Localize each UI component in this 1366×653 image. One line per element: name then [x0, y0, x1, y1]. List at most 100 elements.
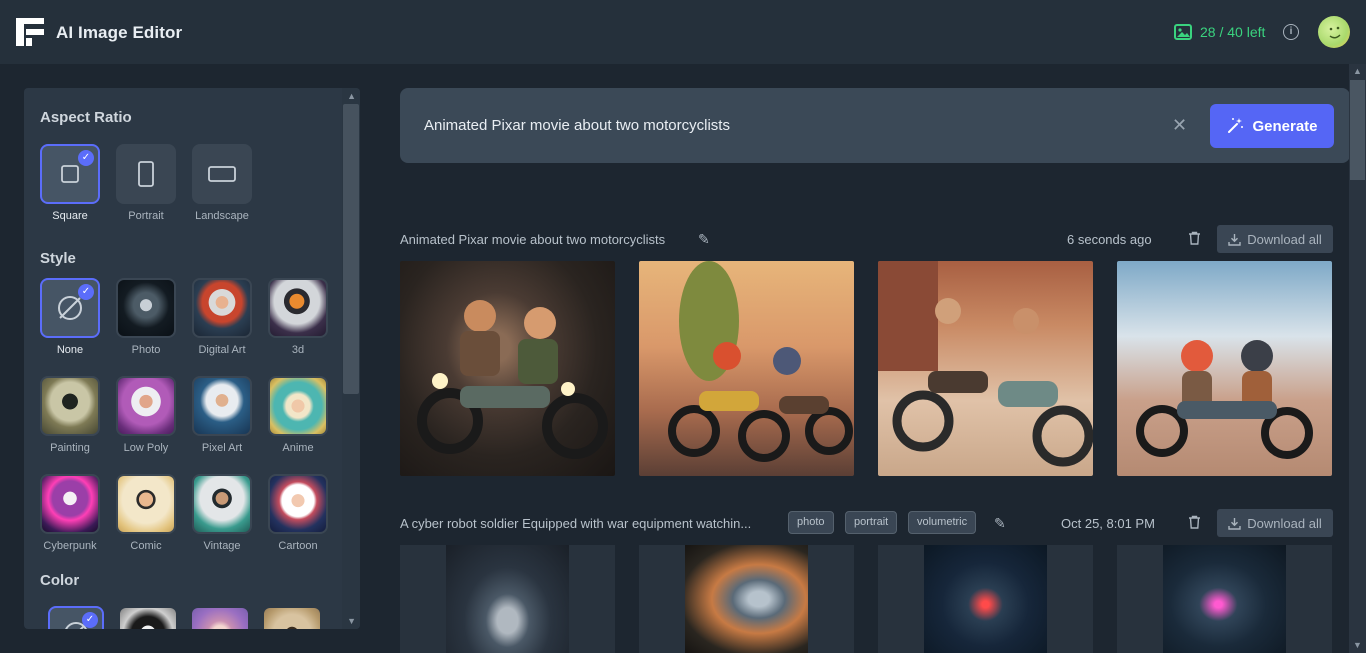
info-icon[interactable]: i: [1283, 24, 1299, 40]
style-option-anime[interactable]: Anime: [268, 376, 328, 454]
generated-images-row: [400, 545, 1332, 653]
scroll-up-icon[interactable]: ▲: [1353, 66, 1362, 76]
style-label: Pixel Art: [201, 442, 243, 454]
avatar[interactable]: [1318, 16, 1350, 48]
style-label: Vintage: [203, 540, 241, 552]
landscape-icon: [208, 166, 236, 182]
motorcycle-scene: [417, 300, 608, 459]
aspect-label: Landscape: [195, 210, 249, 222]
color-thumbnail: [264, 608, 320, 629]
download-label: Download all: [1247, 231, 1322, 247]
style-option-cyberpunk[interactable]: Cyberpunk: [40, 474, 100, 552]
style-label: Comic: [130, 540, 162, 552]
download-icon: [1228, 517, 1241, 530]
aspect-option-portrait[interactable]: Portrait: [116, 144, 176, 222]
group-time: Oct 25, 8:01 PM: [1061, 516, 1155, 531]
style-option-3d[interactable]: 3d: [268, 278, 328, 356]
close-icon[interactable]: ✕: [1172, 115, 1187, 136]
style-option-digital-art[interactable]: Digital Art: [192, 278, 252, 356]
style-option-photo[interactable]: Photo: [116, 278, 176, 356]
generated-image[interactable]: [1117, 261, 1332, 476]
trash-icon[interactable]: [1188, 231, 1201, 248]
prompt-input[interactable]: Animated Pixar movie about two motorcycl…: [424, 117, 730, 134]
color-thumbnail: [192, 608, 248, 629]
scroll-down-icon[interactable]: ▼: [347, 616, 356, 626]
avatar-face-icon: [1329, 26, 1341, 39]
style-thumbnail: [42, 476, 98, 532]
check-icon: ✓: [78, 284, 94, 300]
scroll-down-icon[interactable]: ▼: [1353, 640, 1362, 650]
scroll-up-icon[interactable]: ▲: [347, 91, 356, 101]
style-thumbnail: [270, 280, 326, 336]
style-thumbnail: [118, 280, 174, 336]
check-icon: ✓: [82, 612, 98, 628]
style-option-vintage[interactable]: Vintage: [192, 474, 252, 552]
main-scroll-thumb[interactable]: [1350, 80, 1365, 180]
style-label: Cartoon: [278, 540, 318, 552]
style-label: Photo: [131, 344, 161, 356]
aspect-option-landscape[interactable]: Landscape: [192, 144, 252, 222]
generated-image[interactable]: [878, 261, 1093, 476]
generated-image[interactable]: [400, 261, 615, 476]
motorcycle-scene: [668, 261, 853, 462]
style-label: Anime: [282, 442, 314, 454]
style-option-none[interactable]: ✓ None: [40, 278, 100, 356]
aspect-ratio-title: Aspect Ratio: [40, 109, 132, 126]
style-label: Digital Art: [198, 344, 246, 356]
generate-button[interactable]: Generate: [1210, 104, 1334, 148]
app-title: AI Image Editor: [56, 23, 183, 42]
color-option-3[interactable]: [192, 608, 252, 629]
style-option-cartoon[interactable]: Cartoon: [268, 474, 328, 552]
generated-image[interactable]: [639, 545, 854, 653]
motorcycle-scene: [1136, 340, 1313, 459]
download-all-button[interactable]: Download all: [1217, 509, 1333, 537]
style-option-comic[interactable]: Comic: [116, 474, 176, 552]
generate-label: Generate: [1252, 117, 1318, 135]
check-icon: ✓: [78, 150, 94, 166]
color-thumbnail: [120, 608, 176, 629]
style-label: Painting: [50, 442, 90, 454]
style-thumbnail: [194, 476, 250, 532]
aspect-option-square[interactable]: ✓ Square: [40, 144, 100, 222]
trash-icon[interactable]: [1188, 515, 1201, 532]
generation-group-header: A cyber robot soldier Equipped with war …: [400, 509, 1333, 537]
group-prompt: Animated Pixar movie about two motorcycl…: [400, 232, 666, 247]
generated-image[interactable]: [878, 545, 1093, 653]
color-option-2[interactable]: [120, 608, 180, 629]
robot-image: [924, 545, 1047, 653]
style-option-pixel-art[interactable]: Pixel Art: [192, 376, 252, 454]
download-icon: [1228, 233, 1241, 246]
robot-image: [685, 545, 808, 653]
generated-image[interactable]: [400, 545, 615, 653]
download-all-button[interactable]: Download all: [1217, 225, 1333, 253]
group-prompt: A cyber robot soldier Equipped with war …: [400, 516, 752, 531]
tag-badge: portrait: [845, 511, 898, 534]
style-thumbnail: [118, 378, 174, 434]
tag-badge: photo: [788, 511, 834, 534]
style-label: Low Poly: [123, 442, 169, 454]
generation-group-header: Animated Pixar movie about two motorcycl…: [400, 225, 1333, 253]
style-label: None: [56, 344, 84, 356]
style-thumbnail: [118, 476, 174, 532]
credits-counter: 28 / 40 left: [1174, 24, 1265, 40]
color-option-4[interactable]: [264, 608, 324, 629]
style-option-painting[interactable]: Painting: [40, 376, 100, 454]
motorcycle-scene: [878, 261, 1093, 467]
pencil-icon[interactable]: ✎: [994, 515, 1006, 532]
group-time: 6 seconds ago: [1067, 232, 1152, 247]
square-icon: [61, 165, 79, 183]
style-title: Style: [40, 250, 76, 267]
settings-sidebar: Aspect Ratio ✓ Square Portrait Landscape…: [24, 88, 360, 629]
style-option-low-poly[interactable]: Low Poly: [116, 376, 176, 454]
style-thumbnail: [270, 378, 326, 434]
aspect-label: Portrait: [128, 210, 164, 222]
generated-image[interactable]: [1117, 545, 1332, 653]
credits-text: 28 / 40 left: [1200, 24, 1266, 40]
sidebar-scroll-thumb[interactable]: [343, 104, 359, 394]
style-thumbnail: [42, 378, 98, 434]
generated-image[interactable]: [639, 261, 854, 476]
logo-icon[interactable]: [16, 18, 44, 46]
color-option-none[interactable]: ✓: [48, 606, 108, 629]
tag-badge: volumetric: [908, 511, 977, 534]
pencil-icon[interactable]: ✎: [698, 231, 710, 248]
